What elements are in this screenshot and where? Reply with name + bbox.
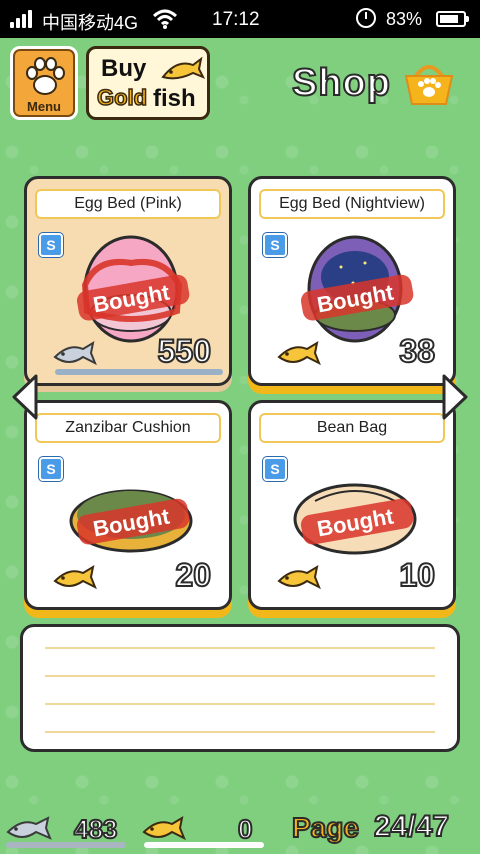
s-badge: S: [39, 233, 63, 257]
item-price: 20: [174, 556, 212, 594]
shop-item-card[interactable]: Zanzibar Cushion S Bought 20: [24, 400, 232, 610]
battery-icon: [436, 11, 469, 27]
egg-bed-nightview-image: Bought: [300, 235, 414, 343]
gold-fish-icon: [277, 564, 321, 590]
item-price: 10: [398, 556, 436, 594]
item-description-box: [20, 624, 460, 752]
clock-time: 17:12: [212, 9, 260, 30]
menu-label: Menu: [27, 99, 61, 114]
item-name: Bean Bag: [259, 413, 445, 443]
battery-percent: 83%: [386, 9, 423, 29]
shop-basket-icon: [404, 65, 454, 105]
silver-fish-icon: [53, 340, 97, 366]
paw-icon: [26, 57, 65, 95]
shop-item-card[interactable]: Bean Bag S Bought 10: [248, 400, 456, 610]
item-name: Egg Bed (Nightview): [259, 189, 445, 219]
alarm-icon: [356, 8, 376, 28]
s-badge: S: [263, 233, 287, 257]
bean-bag-image: Bought: [293, 483, 417, 555]
page-number: 24/47: [373, 809, 450, 844]
shop-item-card[interactable]: Egg Bed (Nightview) S Bought 38: [248, 176, 456, 386]
item-name: Zanzibar Cushion: [35, 413, 221, 443]
gold-fish-icon: [53, 564, 97, 590]
gold-fish-icon: [142, 815, 186, 841]
gold-fish-count: 0: [237, 813, 254, 845]
silver-price-underline: [55, 369, 223, 375]
buy-label: Buy: [101, 55, 147, 82]
signal-icon: [10, 10, 36, 28]
wifi-icon: [152, 9, 178, 29]
menu-button[interactable]: Menu: [10, 46, 78, 120]
gold-fish-icon: [277, 340, 321, 366]
fish-label: fish: [153, 85, 196, 112]
item-price: 38: [398, 332, 436, 370]
s-badge: S: [39, 457, 63, 481]
item-price: 550: [157, 332, 212, 370]
silver-fish-count: 483: [73, 813, 118, 845]
s-badge: S: [263, 457, 287, 481]
item-name: Egg Bed (Pink): [35, 189, 221, 219]
gold-fish-icon: [161, 56, 205, 80]
next-page-arrow-icon[interactable]: [440, 372, 470, 422]
shop-item-card[interactable]: Egg Bed (Pink) S Bought 550: [24, 176, 232, 386]
shop-title: Shop: [291, 61, 391, 105]
page-label: Page: [291, 811, 360, 844]
zanzibar-cushion-image: Bought: [69, 489, 193, 553]
status-bar: 中国移动4G 17:12 83%: [0, 0, 480, 38]
carrier-label: 中国移动4G: [42, 13, 139, 33]
silver-fish-icon: [6, 816, 52, 840]
egg-bed-pink-image: Bought: [76, 235, 190, 343]
previous-page-arrow-icon[interactable]: [10, 372, 40, 422]
gold-label: Gold: [96, 84, 148, 111]
buy-goldfish-button[interactable]: Buy Gold fish: [86, 46, 210, 120]
